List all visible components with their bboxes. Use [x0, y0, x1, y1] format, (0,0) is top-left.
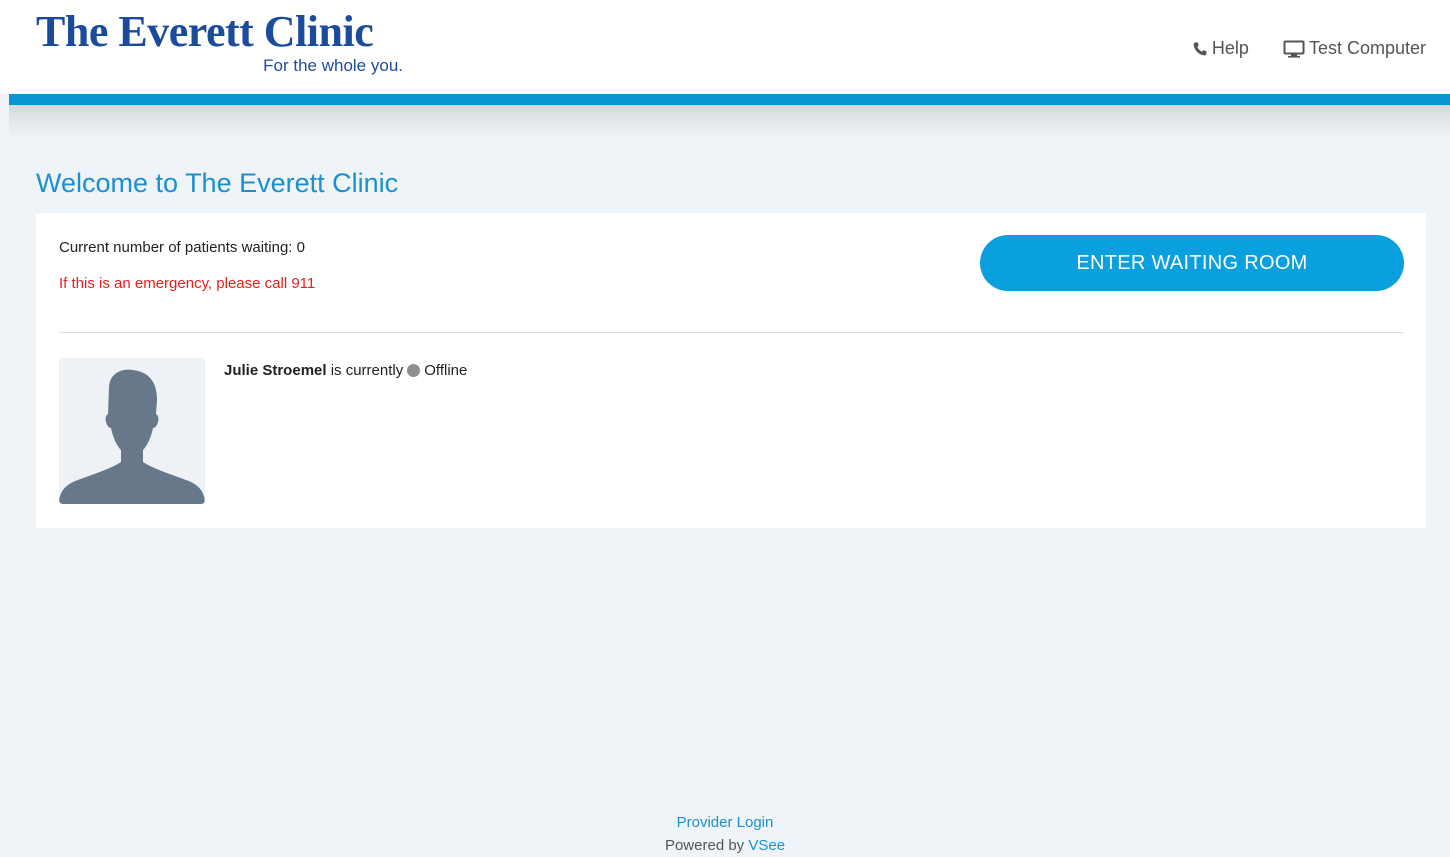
patients-waiting-count: Current number of patients waiting: 0	[59, 239, 305, 256]
person-silhouette-icon	[59, 369, 205, 504]
provider-status: Julie Stroemel is currently Offline	[224, 362, 467, 379]
help-link[interactable]: Help	[1192, 38, 1249, 59]
page-title: Welcome to The Everett Clinic	[36, 168, 399, 198]
emergency-notice: If this is an emergency, please call 911	[59, 275, 316, 292]
divider	[59, 332, 1404, 333]
enter-waiting-room-button[interactable]: ENTER WAITING ROOM	[980, 235, 1404, 291]
top-nav: Help Test Computer	[1192, 38, 1426, 59]
vsee-link[interactable]: VSee	[748, 837, 785, 854]
powered-by: Powered by VSee	[0, 834, 1450, 857]
header-shadow	[9, 105, 1450, 137]
accent-bar	[9, 94, 1450, 105]
logo-tagline: For the whole you.	[263, 56, 403, 75]
help-label: Help	[1211, 38, 1249, 58]
status-label: Offline	[424, 362, 468, 379]
phone-icon	[1192, 41, 1208, 57]
status-prefix: is currently	[330, 362, 404, 379]
provider-name: Julie Stroemel	[224, 362, 327, 379]
test-computer-link[interactable]: Test Computer	[1283, 38, 1426, 59]
footer: Provider Login Powered by VSee	[0, 811, 1450, 857]
powered-by-prefix: Powered by	[664, 837, 745, 854]
provider-login-link[interactable]: Provider Login	[677, 814, 774, 831]
monitor-icon	[1283, 40, 1305, 58]
logo-title[interactable]: The Everett Clinic	[36, 6, 374, 58]
header: The Everett Clinic For the whole you. He…	[0, 0, 1450, 94]
waiting-room-card: Current number of patients waiting: 0 If…	[36, 213, 1426, 528]
status-dot-icon	[407, 364, 421, 377]
test-computer-label: Test Computer	[1308, 38, 1426, 58]
provider-avatar	[59, 358, 205, 504]
